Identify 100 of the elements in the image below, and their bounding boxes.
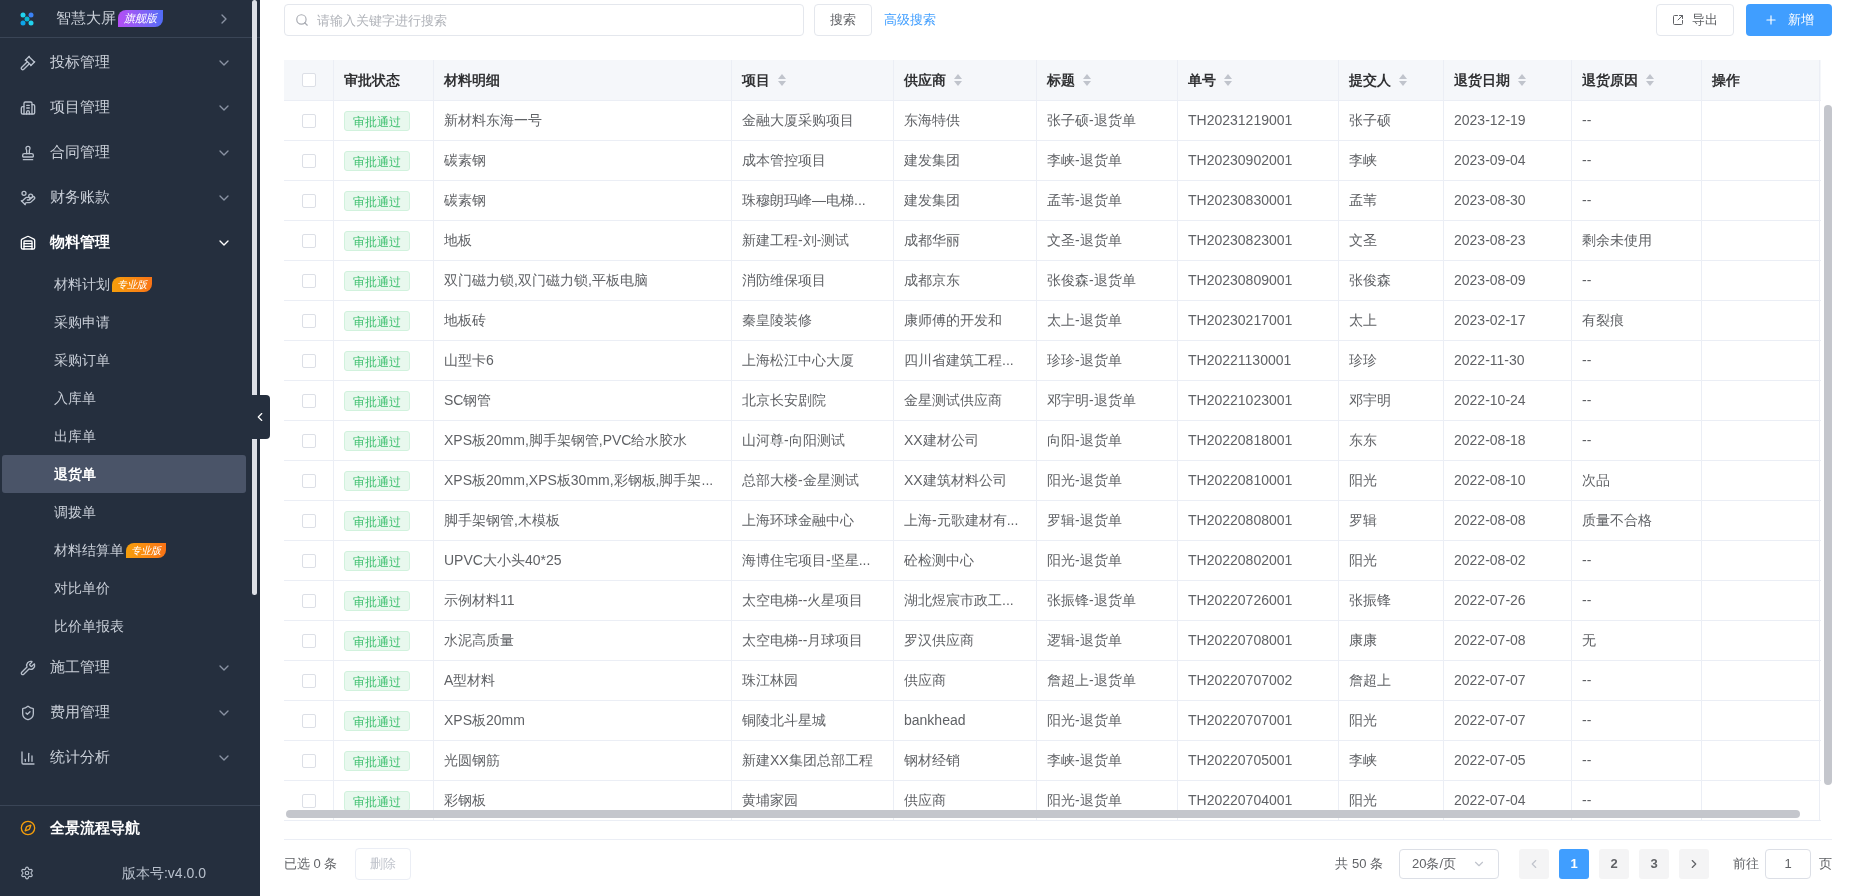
status-tag: 审批通过 [344, 550, 410, 571]
nav-link[interactable]: 全景流程导航 [0, 806, 260, 850]
table-cell-text: 张子硕 [1349, 111, 1391, 130]
sort-icon[interactable] [778, 74, 786, 86]
checkbox[interactable] [301, 313, 316, 328]
checkbox[interactable] [301, 113, 316, 128]
table-cell-text: 山型卡6 [444, 351, 494, 370]
collapse-button[interactable] [250, 395, 270, 439]
checkbox[interactable] [301, 73, 316, 87]
checkbox[interactable] [301, 513, 316, 528]
table-cell-text: 康师傅的开发和 [904, 311, 1002, 330]
menu-group[interactable]: 项目管理 [0, 85, 260, 130]
status-tag: 审批通过 [344, 750, 410, 771]
next-page-button[interactable] [1679, 849, 1709, 879]
plus-icon [1764, 13, 1778, 27]
table-cell-text: TH20230902001 [1188, 151, 1293, 170]
checkbox[interactable] [301, 233, 316, 248]
page-button[interactable]: 2 [1599, 849, 1629, 879]
page-size-select[interactable]: 20条/页 [1399, 849, 1499, 879]
submenu-item[interactable]: 比价单报表 [2, 607, 246, 645]
table-cell-text: 李峡 [1349, 151, 1377, 170]
status-tag: 审批通过 [344, 670, 410, 691]
table-cell-text: XX建筑材料公司 [904, 471, 1007, 490]
export-button[interactable]: 导出 [1656, 4, 1734, 36]
table-cell-text: 张子硕-退货单 [1047, 111, 1136, 130]
sort-icon[interactable] [1083, 74, 1091, 86]
submenu-item[interactable]: 入库单 [2, 379, 246, 417]
column-header[interactable]: 退货日期 [1444, 60, 1572, 100]
menu-label: 财务账款 [50, 187, 110, 208]
table-cell-text: 珍珍 [1349, 351, 1377, 370]
table-cell-text: 太上-退货单 [1047, 311, 1122, 330]
edition-badge: 旗舰版 [118, 10, 163, 27]
menu-group[interactable]: 物料管理 [0, 220, 260, 265]
column-header[interactable]: 供应商 [894, 60, 1037, 100]
column-header[interactable]: 项目 [732, 60, 894, 100]
checkbox[interactable] [301, 433, 316, 448]
checkbox[interactable] [301, 553, 316, 568]
checkbox[interactable] [301, 793, 316, 808]
checkbox[interactable] [301, 193, 316, 208]
table-cell-text: XPS板20mm [444, 711, 525, 730]
checkbox[interactable] [301, 353, 316, 368]
status-tag: 审批通过 [344, 430, 410, 451]
page-button[interactable]: 3 [1639, 849, 1669, 879]
table-cell-text: 彩钢板 [444, 791, 486, 810]
table-cell-text: 2022-07-07 [1454, 671, 1526, 690]
table-cell-text: 邓宇明 [1349, 391, 1391, 410]
prev-page-button[interactable] [1519, 849, 1549, 879]
checkbox[interactable] [301, 153, 316, 168]
table-cell-text: -- [1582, 711, 1592, 730]
sort-icon[interactable] [1646, 74, 1654, 86]
checkbox[interactable] [301, 473, 316, 488]
submenu-item[interactable]: 材料计划 专业版 [2, 265, 246, 303]
checkbox[interactable] [301, 633, 316, 648]
status-tag: 审批通过 [344, 230, 410, 251]
search-field[interactable]: 请输入关键字进行搜索 [284, 4, 804, 36]
table-cell-text: 2023-08-09 [1454, 271, 1526, 290]
settings-icon[interactable] [20, 866, 34, 880]
sort-icon[interactable] [1399, 74, 1407, 86]
status-tag: 审批通过 [344, 590, 410, 611]
checkbox[interactable] [301, 393, 316, 408]
menu-group[interactable]: 财务账款 [0, 175, 260, 220]
menu-group[interactable]: 投标管理 [0, 40, 260, 85]
table-cell-text: -- [1582, 351, 1592, 370]
column-header[interactable]: 单号 [1178, 60, 1339, 100]
table-cell-text: TH20220810001 [1188, 471, 1293, 490]
submenu-item[interactable]: 调拨单 [2, 493, 246, 531]
table-cell-text: TH20230809001 [1188, 271, 1293, 290]
horizontal-scrollbar[interactable] [286, 810, 1800, 818]
sort-icon[interactable] [1518, 74, 1526, 86]
table-cell-text: 建发集团 [904, 191, 960, 210]
submenu-item[interactable]: 材料结算单 专业版 [2, 531, 246, 569]
delete-button: 删除 [355, 848, 412, 880]
submenu-item[interactable]: 对比单价 [2, 569, 246, 607]
vertical-scrollbar[interactable] [1824, 105, 1832, 785]
column-header[interactable]: 提交人 [1339, 60, 1444, 100]
menu-group[interactable]: 施工管理 [0, 645, 260, 690]
submenu-item[interactable]: 出库单 [2, 417, 246, 455]
checkbox[interactable] [301, 753, 316, 768]
checkbox[interactable] [301, 673, 316, 688]
checkbox[interactable] [301, 713, 316, 728]
sort-icon[interactable] [1224, 74, 1232, 86]
table-cell-text: 文圣 [1349, 231, 1377, 250]
checkbox[interactable] [301, 273, 316, 288]
page-input[interactable]: 1 [1765, 849, 1811, 879]
search-button[interactable]: 搜索 [814, 4, 872, 36]
menu-group[interactable]: 合同管理 [0, 130, 260, 175]
scrollbar-thumb[interactable] [252, 0, 257, 595]
column-header[interactable]: 退货原因 [1572, 60, 1702, 100]
menu-group[interactable]: 费用管理 [0, 690, 260, 735]
table-cell-text: TH20231219001 [1188, 111, 1293, 130]
checkbox[interactable] [301, 593, 316, 608]
sort-icon[interactable] [954, 74, 962, 86]
menu-label: 费用管理 [50, 702, 110, 723]
submenu-item[interactable]: 退货单 [2, 455, 246, 493]
table-cell-text: 2023-08-30 [1454, 191, 1526, 210]
submenu-item[interactable]: 采购申请 [2, 303, 246, 341]
shield-icon [20, 704, 36, 721]
menu-group[interactable]: 统计分析 [0, 735, 260, 780]
submenu-item[interactable]: 采购订单 [2, 341, 246, 379]
column-header[interactable]: 标题 [1037, 60, 1178, 100]
